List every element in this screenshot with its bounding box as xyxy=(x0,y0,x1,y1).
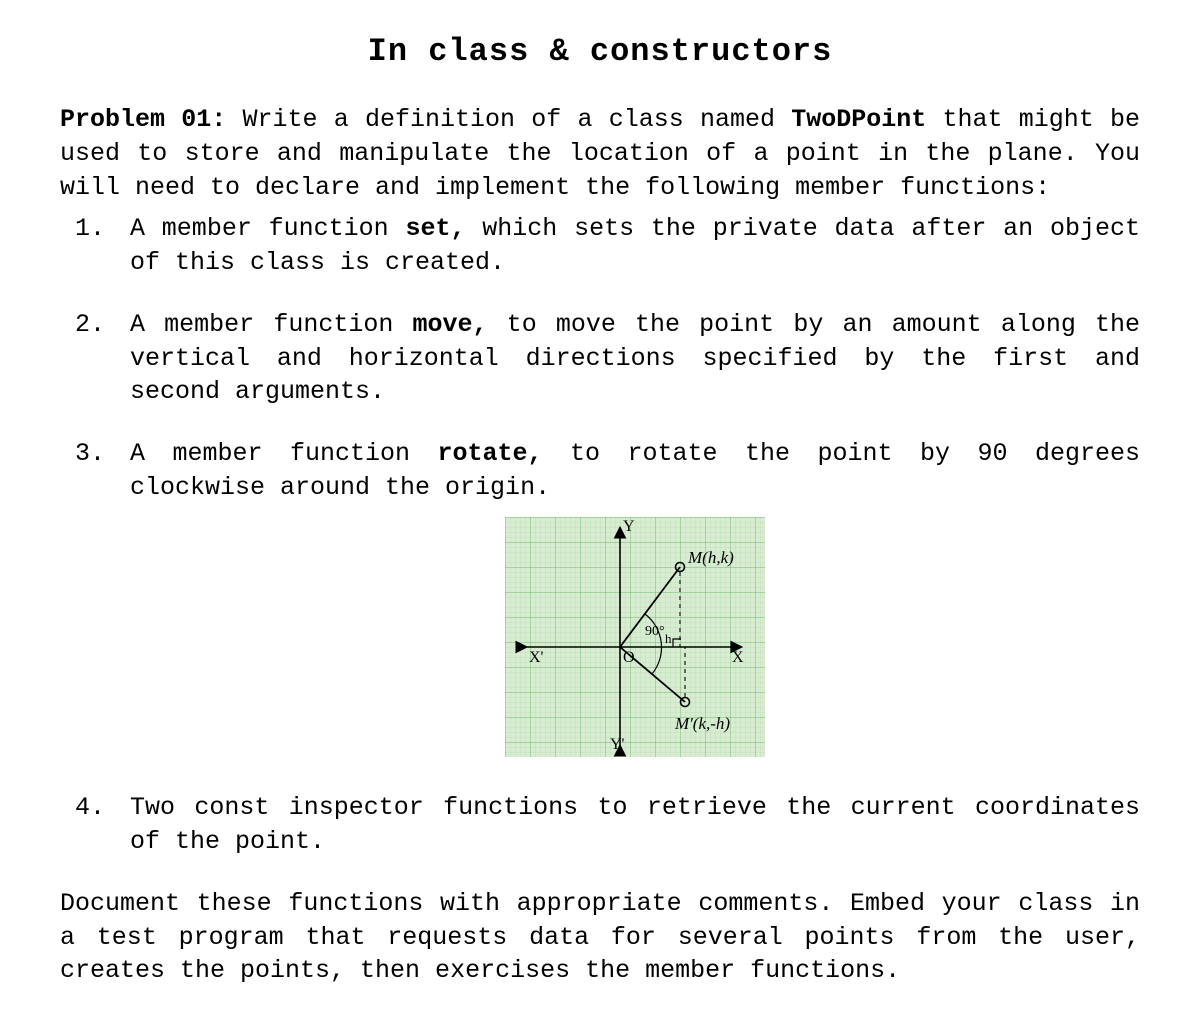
list-item: Two const inspector functions to retriev… xyxy=(120,791,1140,859)
rotation-figure-wrap: M(h,k) M'(k,-h) 90° Y Y' X X' O xyxy=(130,517,1140,768)
item2-func: move, xyxy=(413,310,488,339)
svg-text:O: O xyxy=(623,649,635,666)
list-item: A member function set, which sets the pr… xyxy=(120,212,1140,280)
svg-text:M'(k,-h): M'(k,-h) xyxy=(674,714,730,733)
rotation-diagram-svg: M(h,k) M'(k,-h) 90° Y Y' X X' O xyxy=(505,517,765,757)
closing-paragraph: Document these functions with appropriat… xyxy=(60,887,1140,988)
item3-func: rotate, xyxy=(438,439,543,468)
svg-text:Y: Y xyxy=(623,518,635,535)
problem-label: Problem 01: xyxy=(60,105,226,134)
svg-text:h: h xyxy=(665,631,672,646)
list-item: A member function rotate, to rotate the … xyxy=(120,437,1140,767)
svg-text:Y': Y' xyxy=(610,736,625,753)
class-name: TwoDPoint xyxy=(791,105,926,134)
svg-text:90°: 90° xyxy=(645,624,665,639)
svg-text:X: X xyxy=(732,649,744,666)
item1-pre: A member function xyxy=(130,214,405,243)
svg-text:X': X' xyxy=(529,649,544,666)
rotation-figure: M(h,k) M'(k,-h) 90° Y Y' X X' O xyxy=(505,517,765,768)
item3-pre: A member function xyxy=(130,439,438,468)
item2-pre: A member function xyxy=(130,310,413,339)
intro-part1: Write a definition of a class named xyxy=(226,105,791,134)
item4-text: Two const inspector functions to retriev… xyxy=(130,793,1140,856)
member-function-list: A member function set, which sets the pr… xyxy=(60,212,1140,859)
page-title: In class & constructors xyxy=(60,30,1140,73)
svg-text:M(h,k): M(h,k) xyxy=(687,548,734,567)
problem-intro: Problem 01: Write a definition of a clas… xyxy=(60,103,1140,204)
item1-func: set, xyxy=(405,214,465,243)
list-item: A member function move, to move the poin… xyxy=(120,308,1140,409)
